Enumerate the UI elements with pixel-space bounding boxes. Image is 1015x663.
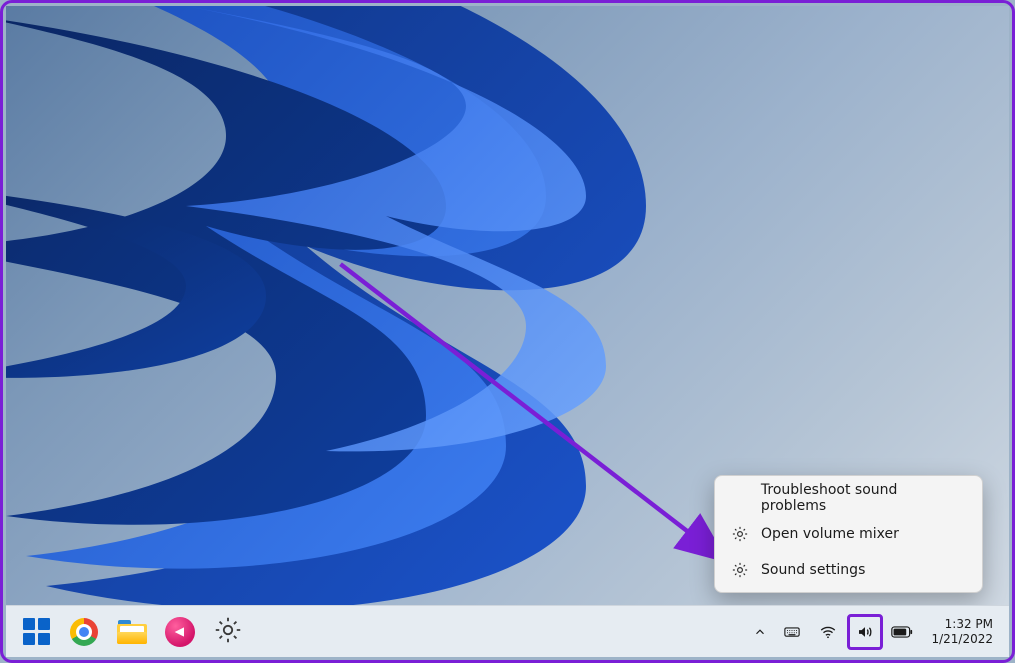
- menu-item-label: Troubleshoot sound problems: [761, 482, 966, 514]
- tray-volume-button[interactable]: [847, 614, 883, 650]
- menu-item-label: Open volume mixer: [761, 526, 899, 542]
- keyboard-icon: [783, 623, 801, 641]
- volume-icon: [856, 623, 874, 641]
- clock-time: 1:32 PM: [945, 617, 993, 632]
- system-tray: 1:32 PM 1/21/2022: [747, 610, 1001, 654]
- clock-date: 1/21/2022: [931, 632, 993, 647]
- taskbar-app-chrome[interactable]: [62, 610, 106, 654]
- gear-icon: [214, 616, 242, 648]
- tray-overflow-button[interactable]: [747, 612, 773, 652]
- chevron-up-icon: [753, 625, 767, 639]
- tray-ime-button[interactable]: [775, 612, 809, 652]
- taskbar-app-file-explorer[interactable]: [110, 610, 154, 654]
- taskbar-clock[interactable]: 1:32 PM 1/21/2022: [921, 610, 1001, 654]
- battery-icon: [891, 625, 913, 639]
- wifi-icon: [819, 623, 837, 641]
- wallpaper-bloom: [6, 6, 786, 605]
- menu-item-troubleshoot[interactable]: Troubleshoot sound problems: [719, 480, 978, 516]
- taskbar: 1:32 PM 1/21/2022: [6, 605, 1009, 657]
- menu-item-open-volume-mixer[interactable]: Open volume mixer: [719, 516, 978, 552]
- menu-item-label: Sound settings: [761, 562, 865, 578]
- tray-battery-button[interactable]: [885, 612, 919, 652]
- taskbar-app-pink[interactable]: [158, 610, 202, 654]
- pink-app-icon: [165, 617, 195, 647]
- file-explorer-icon: [117, 620, 147, 644]
- menu-item-sound-settings[interactable]: Sound settings: [719, 552, 978, 588]
- gear-icon: [731, 561, 749, 579]
- chrome-icon: [70, 618, 98, 646]
- tray-wifi-button[interactable]: [811, 612, 845, 652]
- taskbar-app-settings[interactable]: [206, 610, 250, 654]
- windows-logo-icon: [23, 618, 50, 645]
- taskbar-pinned-apps: [14, 610, 250, 654]
- start-button[interactable]: [14, 610, 58, 654]
- volume-context-menu: Troubleshoot sound problems Open volume …: [714, 475, 983, 593]
- gear-icon: [731, 525, 749, 543]
- desktop-wallpaper: Troubleshoot sound problems Open volume …: [6, 6, 1009, 605]
- menu-item-icon-empty: [731, 489, 749, 507]
